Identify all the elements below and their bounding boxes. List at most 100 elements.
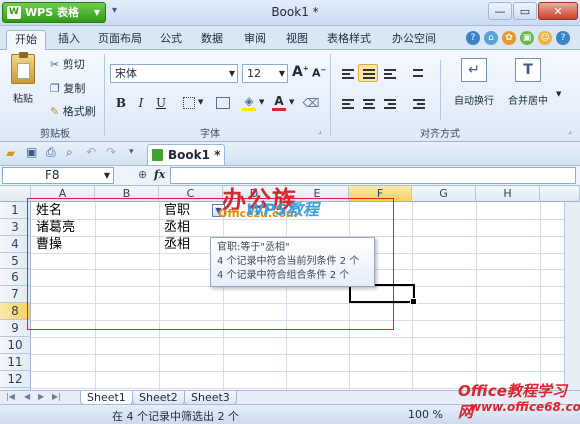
eraser-icon: ⌫ <box>302 96 320 110</box>
align-middle-button[interactable] <box>358 64 378 82</box>
align-top-button[interactable] <box>337 64 357 82</box>
name-box[interactable]: F8 ▼ <box>2 167 114 184</box>
next-sheet-icon[interactable]: ▶ <box>38 392 44 401</box>
format-painter-button[interactable]: ✎ 格式刷 <box>50 103 96 119</box>
zoom-formula-icon[interactable]: ⊕ <box>138 168 147 181</box>
app-menu-button[interactable]: W WPS 表格 ▼ <box>2 2 106 23</box>
row-header[interactable]: 10 <box>0 337 31 354</box>
chevron-down-icon: ▼ <box>278 69 285 78</box>
tooltip-line: 4 个记录中符合当前列条件 2 个 <box>217 256 360 267</box>
font-name-select[interactable]: 宋体 ▼ <box>110 64 238 83</box>
filter-tooltip: 官职:等于"丞相" 4 个记录中符合当前列条件 2 个 4 个记录中符合组合条件… <box>210 237 375 287</box>
sheet-tab-1[interactable]: Sheet1 <box>80 391 133 405</box>
tab-office-space[interactable]: 办公空间 <box>384 30 444 50</box>
vertical-scrollbar[interactable] <box>564 202 580 390</box>
first-sheet-icon[interactable]: |◀ <box>6 392 15 401</box>
chevron-down-icon[interactable]: ▼ <box>198 98 203 106</box>
undo-icon[interactable]: ↶ <box>86 145 96 159</box>
underline-button[interactable]: U <box>152 94 170 112</box>
chevron-down-icon[interactable]: ▼ <box>289 98 294 106</box>
close-button[interactable]: ✕ <box>538 2 578 20</box>
merge-center-button[interactable]: T 合并居中 <box>502 58 554 107</box>
align-left-button[interactable] <box>337 94 357 112</box>
bold-button[interactable]: B <box>112 94 130 112</box>
question-icon[interactable]: ? <box>556 31 570 45</box>
column-header-g[interactable]: G <box>412 186 476 202</box>
title-bar: W WPS 表格 ▼ ▾ Book1 * — ▭ ✕ <box>0 0 580 26</box>
prev-sheet-icon[interactable]: ◀ <box>24 392 30 401</box>
merge-center-label: 合并居中 <box>508 96 548 107</box>
qat-customize-icon[interactable]: ▾ <box>112 5 117 16</box>
orientation-button[interactable] <box>408 64 428 82</box>
divider <box>104 54 105 136</box>
copy-button[interactable]: ❐ 复制 <box>50 80 85 96</box>
column-header-blank <box>540 186 580 202</box>
tab-page-layout[interactable]: 页面布局 <box>90 30 150 50</box>
font-size-select[interactable]: 12 ▼ <box>242 64 288 83</box>
user-icon[interactable]: ☺ <box>538 31 552 45</box>
save-icon[interactable]: ▣ <box>26 145 37 159</box>
chevron-down-icon[interactable]: ▼ <box>259 98 264 106</box>
brand-url: www.office68.com <box>470 400 580 414</box>
row-header[interactable]: 11 <box>0 354 31 371</box>
package-icon[interactable]: ▣ <box>520 31 534 45</box>
sheet-tab-2[interactable]: Sheet2 <box>132 391 185 405</box>
print-icon[interactable]: ⎙ <box>46 145 56 160</box>
merge-cells-button[interactable] <box>214 94 232 112</box>
scissors-icon: ✂ <box>50 58 60 71</box>
redo-icon[interactable]: ↷ <box>106 145 116 159</box>
align-center-button[interactable] <box>358 94 378 112</box>
borders-button[interactable] <box>180 94 198 112</box>
last-sheet-icon[interactable]: ▶| <box>52 392 61 401</box>
skin-icon[interactable]: ✿ <box>502 31 516 45</box>
clear-format-button[interactable]: ⌫ <box>302 94 320 112</box>
cut-button[interactable]: ✂ 剪切 <box>50 56 85 72</box>
row-header[interactable]: 12 <box>0 371 31 388</box>
tab-data[interactable]: 数据 <box>193 30 231 50</box>
alignment-dialog-launcher-icon[interactable]: ⌟ <box>568 126 572 135</box>
tab-insert[interactable]: 插入 <box>50 30 88 50</box>
fill-color-button[interactable]: ◈ <box>240 92 258 111</box>
font-dialog-launcher-icon[interactable]: ⌟ <box>318 126 322 135</box>
chevron-down-icon[interactable]: ▼ <box>556 90 561 98</box>
tab-view[interactable]: 视图 <box>278 30 316 50</box>
tab-review[interactable]: 审阅 <box>236 30 274 50</box>
indent-button[interactable] <box>408 94 428 112</box>
format-painter-label: 格式刷 <box>62 105 96 118</box>
minimize-button[interactable]: — <box>488 2 512 20</box>
merge-center-icon: T <box>515 58 541 82</box>
customize-toolbar-icon[interactable]: ▾ <box>129 147 134 157</box>
wrap-text-button[interactable]: ↵ 自动换行 <box>448 58 500 107</box>
font-name-value: 宋体 <box>115 67 137 80</box>
brush-icon: ✎ <box>50 105 60 118</box>
document-tab[interactable]: Book1 * <box>147 144 225 165</box>
home-icon[interactable]: ⌂ <box>484 31 498 45</box>
help-icon[interactable]: ? <box>466 31 480 45</box>
tab-formulas[interactable]: 公式 <box>152 30 190 50</box>
tab-table-style[interactable]: 表格样式 <box>319 30 379 50</box>
restore-button[interactable]: ▭ <box>513 2 537 20</box>
border-icon <box>183 97 195 109</box>
column-header-h[interactable]: H <box>476 186 540 202</box>
shrink-font-button[interactable]: A− <box>312 66 326 80</box>
watermark-subtitle: WPS教程 <box>246 200 319 219</box>
font-color-button[interactable]: A <box>270 92 288 111</box>
sheet-tab-3[interactable]: Sheet3 <box>184 391 237 405</box>
zoom-level[interactable]: 100 % <box>408 408 443 421</box>
paste-button[interactable]: 粘贴 <box>6 52 40 105</box>
insert-function-button[interactable]: fx <box>154 168 165 181</box>
paint-bucket-icon: ◈ <box>244 94 254 108</box>
align-bottom-button[interactable] <box>379 64 399 82</box>
open-folder-icon[interactable]: ▰ <box>6 146 15 160</box>
chevron-down-icon: ▼ <box>93 8 100 17</box>
quick-access-toolbar: ▰ ▣ ⎙ ⌕ ↶ ↷ ▾ Book1 * <box>0 142 580 166</box>
merge-icon <box>216 97 230 109</box>
tab-home[interactable]: 开始 <box>6 30 46 50</box>
italic-button[interactable]: I <box>132 94 150 112</box>
wps-logo-icon: W <box>7 6 21 19</box>
copy-icon: ❐ <box>50 82 60 95</box>
grow-font-button[interactable]: A+ <box>292 64 309 80</box>
print-preview-icon[interactable]: ⌕ <box>66 145 73 160</box>
align-right-button[interactable] <box>379 94 399 112</box>
clipboard-group-label: 剪贴板 <box>40 129 70 140</box>
